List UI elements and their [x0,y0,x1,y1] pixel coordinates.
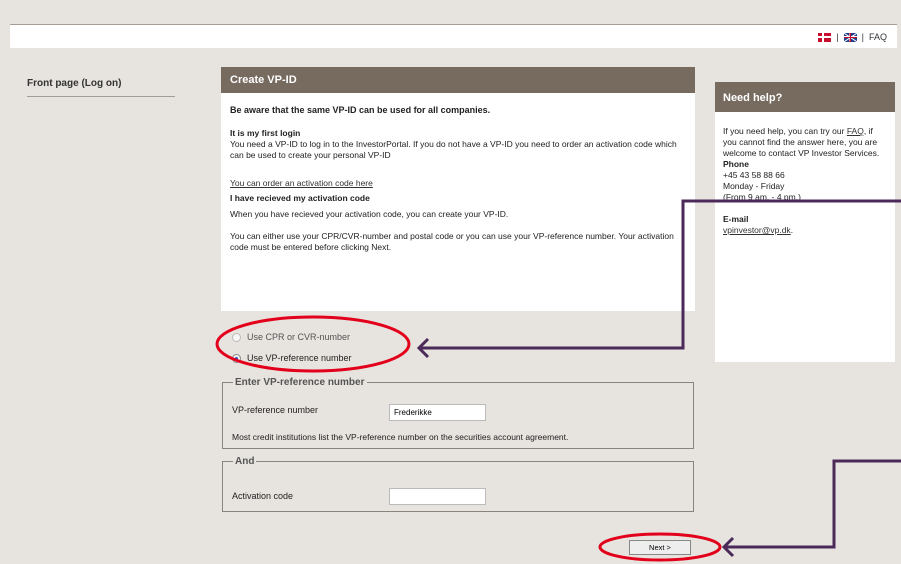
top-bar: | | FAQ [10,24,897,48]
vpref-legend: Enter VP-reference number [235,377,365,388]
radio-button-cpr[interactable] [232,332,241,342]
separator: | [861,32,864,42]
first-login-text: You need a VP-ID to log in to the Invest… [230,139,677,160]
received-heading: I have recieved my activation code [230,193,370,203]
next-button[interactable]: Next > [629,540,691,555]
activation-code-label: Activation code [232,491,294,501]
help-text: If you need help, you can try our [723,126,845,136]
order-activation-code-link[interactable]: You can order an activation code here [230,178,373,188]
english-flag-icon[interactable] [843,32,857,42]
vpref-input[interactable] [389,404,486,421]
phone-number: +45 43 58 88 66 [723,170,785,180]
annotation-arrowhead-1 [416,337,430,359]
separator: | [836,32,839,42]
vpref-label: VP-reference number [232,405,319,415]
info-panel: Be aware that the same VP-ID can be used… [221,93,695,311]
help-faq-link[interactable]: FAQ [847,126,864,136]
radio-label-vpref: Use VP-reference number [247,353,352,363]
phone-heading: Phone [723,159,749,169]
hours-time: (From 9 am. - 4 pm.) [723,192,801,202]
email-link[interactable]: vpinvestor@vp.dk [723,225,791,235]
help-title: Need help? [715,82,895,112]
email-heading: E-mail [723,214,749,224]
annotation-arrow-line-2 [724,459,901,549]
either-text: You can either use your CPR/CVR-number a… [230,231,674,252]
radio-button-vpref[interactable] [232,353,241,363]
help-panel: If you need help, you can try our FAQ, i… [715,112,895,362]
activation-code-input[interactable] [389,488,486,505]
language-bar: | | FAQ [818,32,887,42]
page-title: Create VP-ID [221,67,695,93]
received-text: When you have recieved your activation c… [230,209,509,219]
radio-option-cpr[interactable]: Use CPR or CVR-number [232,332,350,342]
email-suffix: . [790,225,794,235]
hours-days: Monday - Friday [723,181,785,191]
first-login-heading: It is my first login [230,128,301,138]
radio-option-vpref[interactable]: Use VP-reference number [232,353,352,363]
vpref-note: Most credit institutions list the VP-ref… [232,432,569,442]
radio-label-cpr: Use CPR or CVR-number [247,332,351,342]
and-legend: And [235,456,255,467]
warning-text: Be aware that the same VP-ID can be used… [230,105,491,115]
sidebar-item-front-page[interactable]: Front page (Log on) [27,78,175,97]
annotation-arrowhead-2 [721,536,735,558]
sidebar: Front page (Log on) [27,78,175,97]
danish-flag-icon[interactable] [818,32,832,42]
faq-link[interactable]: FAQ [869,32,887,42]
